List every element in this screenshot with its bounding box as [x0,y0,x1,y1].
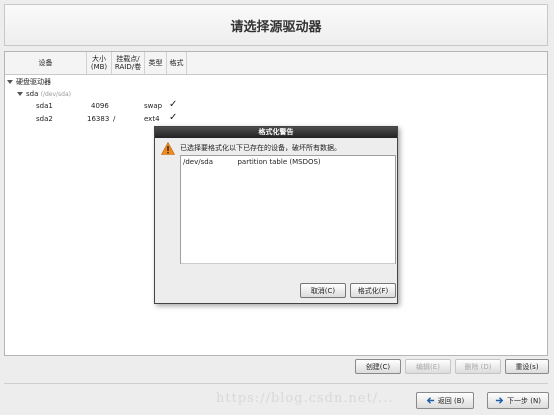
back-button[interactable]: 返回 (B) [416,392,474,409]
tree-disk-row[interactable]: sda (/dev/sda) [17,89,71,100]
separator [4,383,548,384]
column-size[interactable]: 大小 (MB) [87,52,112,74]
column-header-row: 设备 大小 (MB) 挂载点/ RAID/卷 类型 格式 [5,52,547,75]
list-item[interactable]: /dev/sda partition table (MSDOS) [183,158,321,166]
list-divider [181,263,395,264]
column-mount[interactable]: 挂载点/ RAID/卷 [112,52,145,74]
partition-row-type: ext4 [144,115,160,123]
reset-button[interactable]: 重设(s) [505,359,549,374]
dialog-message: 已选择要格式化以下已存在的设备，破坏所有数据。 [180,144,341,152]
next-label: 下一步 (N) [507,396,541,405]
partition-row-type: swap [144,102,163,110]
format-check-icon: ✓ [169,99,178,110]
cancel-button[interactable]: 取消(C) [300,283,346,298]
back-label: 返回 (B) [437,396,465,405]
column-device[interactable]: 设备 [5,52,87,74]
warning-icon [161,142,175,155]
delete-button[interactable]: 删除 (D) [455,359,501,374]
group-label: 硬盘驱动器 [16,78,51,86]
dialog-title: 格式化警告 [155,127,397,138]
tree-group-row[interactable]: 硬盘驱动器 [7,77,51,88]
arrow-left-icon [426,397,434,404]
disk-name: sda [26,90,39,98]
partition-row-mount: / [113,115,116,123]
next-button[interactable]: 下一步 (N) [487,392,549,409]
watermark: https://blog.csdn.net/... [216,391,394,406]
format-warning-dialog: 格式化警告 已选择要格式化以下已存在的设备，破坏所有数据。 /dev/sda p… [154,126,398,304]
arrow-right-icon [495,397,504,404]
format-button[interactable]: 格式化(F) [350,283,396,298]
partition-row-size: 16383 [87,115,110,123]
list-item-device: /dev/sda [183,158,213,166]
page-header: 请选择源驱动器 [4,4,548,46]
disk-path: (/dev/sda) [40,91,72,98]
partition-row-name[interactable]: sda2 [36,114,53,125]
edit-button[interactable]: 编辑(E) [405,359,451,374]
page-title: 请选择源驱动器 [230,19,322,35]
column-format[interactable]: 格式 [167,52,187,74]
expander-icon[interactable] [17,92,23,96]
partition-row-size: 4096 [91,102,109,110]
format-check-icon: ✓ [169,112,178,123]
column-type[interactable]: 类型 [145,52,167,74]
list-item-description: partition table (MSDOS) [237,158,321,166]
partition-row-name[interactable]: sda1 [36,101,53,112]
expander-icon[interactable] [7,80,13,84]
device-list[interactable]: /dev/sda partition table (MSDOS) [180,155,396,264]
create-button[interactable]: 创建(C) [355,359,401,374]
